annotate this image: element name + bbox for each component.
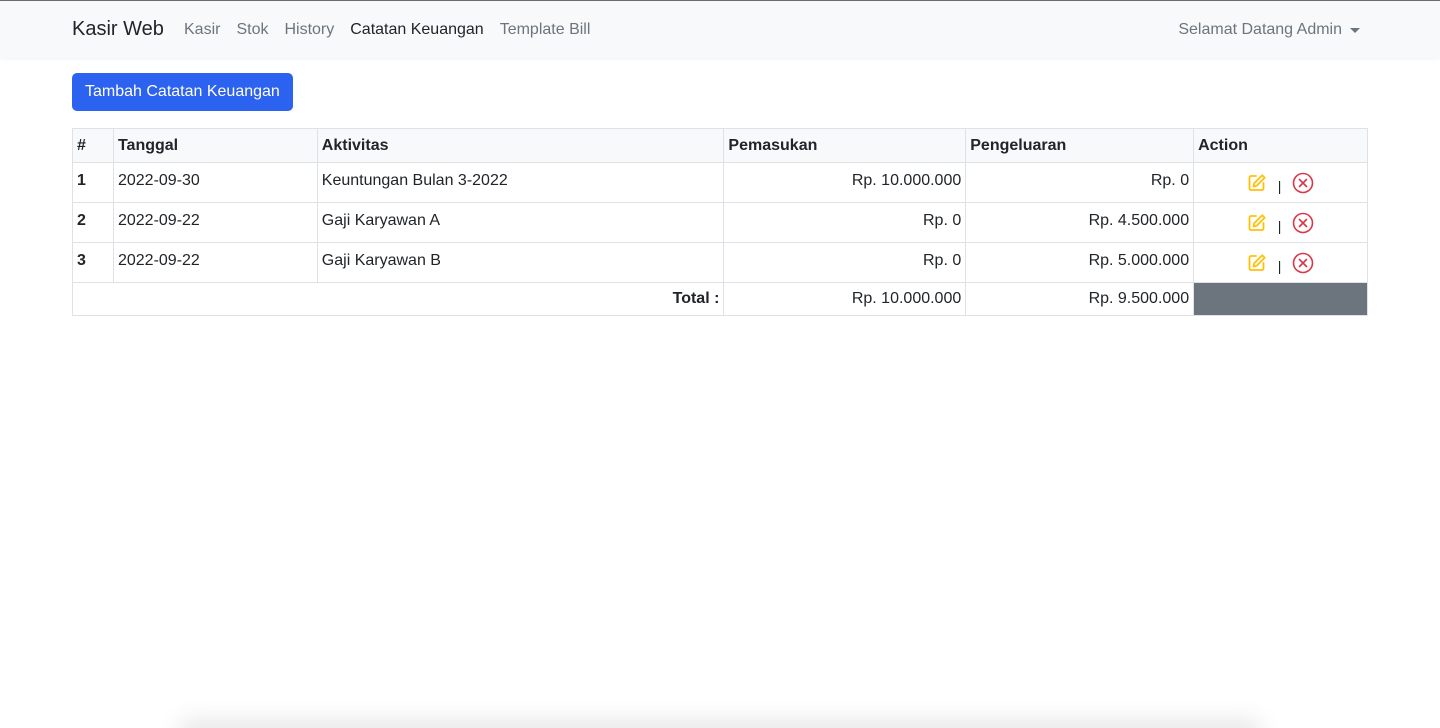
nav-link-template-bill[interactable]: Template Bill: [500, 19, 591, 41]
nav-link-catatan-keuangan[interactable]: Catatan Keuangan: [350, 19, 483, 41]
user-dropdown[interactable]: Selamat Datang Admin: [1178, 19, 1360, 41]
action-separator: |: [1277, 178, 1282, 194]
delete-icon[interactable]: [1292, 172, 1314, 194]
row-pengeluaran: Rp. 4.500.000: [965, 202, 1195, 243]
row-aktivitas: Gaji Karyawan B: [316, 242, 725, 283]
row-pengeluaran: Rp. 5.000.000: [965, 242, 1195, 283]
edit-icon[interactable]: [1247, 253, 1267, 273]
nav-link-kasir[interactable]: Kasir: [184, 19, 220, 41]
column-header-pemasukan: Pemasukan: [723, 128, 967, 163]
total-label: Total :: [71, 282, 725, 316]
column-header-tanggal: Tanggal: [112, 128, 318, 163]
row-tanggal: 2022-09-22: [112, 242, 318, 283]
total-pemasukan: Rp. 10.000.000: [723, 282, 967, 316]
brand-link[interactable]: Kasir Web: [72, 17, 164, 41]
row-actions: |: [1193, 162, 1368, 203]
row-number: 2: [72, 202, 114, 243]
finance-table: # Tanggal Aktivitas Pemasukan Pengeluara…: [71, 128, 1368, 316]
table-row: 3 2022-09-22 Gaji Karyawan B Rp. 0 Rp. 5…: [72, 242, 1368, 283]
row-actions: |: [1193, 242, 1368, 283]
nav-links: Kasir Stok History Catatan Keuangan Temp…: [184, 19, 590, 41]
row-tanggal: 2022-09-30: [112, 162, 318, 203]
app-window: Kasir Web Kasir Stok History Catatan Keu…: [0, 0, 1440, 728]
row-actions: |: [1193, 202, 1368, 243]
delete-icon[interactable]: [1292, 212, 1314, 234]
caret-down-icon: [1350, 28, 1360, 33]
nav-link-history[interactable]: History: [284, 19, 334, 41]
table-row: 2 2022-09-22 Gaji Karyawan A Rp. 0 Rp. 4…: [72, 202, 1368, 243]
row-pemasukan: Rp. 10.000.000: [723, 162, 967, 203]
column-header-number: #: [72, 128, 114, 163]
total-pengeluaran: Rp. 9.500.000: [965, 282, 1195, 316]
row-pemasukan: Rp. 0: [723, 242, 967, 283]
nav-link-stok[interactable]: Stok: [236, 19, 268, 41]
row-pemasukan: Rp. 0: [723, 202, 967, 243]
row-number: 1: [72, 162, 114, 203]
column-header-pengeluaran: Pengeluaran: [965, 128, 1195, 163]
top-navbar: Kasir Web Kasir Stok History Catatan Keu…: [0, 1, 1440, 58]
table-header-row: # Tanggal Aktivitas Pemasukan Pengeluara…: [72, 128, 1368, 163]
row-tanggal: 2022-09-22: [112, 202, 318, 243]
action-separator: |: [1277, 218, 1282, 234]
row-pengeluaran: Rp. 0: [965, 162, 1195, 203]
table-row: 1 2022-09-30 Keuntungan Bulan 3-2022 Rp.…: [72, 162, 1368, 203]
add-finance-record-button[interactable]: Tambah Catatan Keuangan: [72, 73, 293, 111]
column-header-aktivitas: Aktivitas: [316, 128, 725, 163]
column-header-action: Action: [1193, 128, 1368, 163]
row-number: 3: [72, 242, 114, 283]
row-aktivitas: Keuntungan Bulan 3-2022: [316, 162, 725, 203]
total-action-cell: [1193, 282, 1368, 316]
action-separator: |: [1277, 258, 1282, 274]
edit-icon[interactable]: [1247, 173, 1267, 193]
row-aktivitas: Gaji Karyawan A: [316, 202, 725, 243]
delete-icon[interactable]: [1292, 252, 1314, 274]
total-row: Total : Rp. 10.000.000 Rp. 9.500.000: [71, 282, 1368, 316]
edit-icon[interactable]: [1247, 213, 1267, 233]
user-greeting: Selamat Datang Admin: [1178, 21, 1342, 38]
